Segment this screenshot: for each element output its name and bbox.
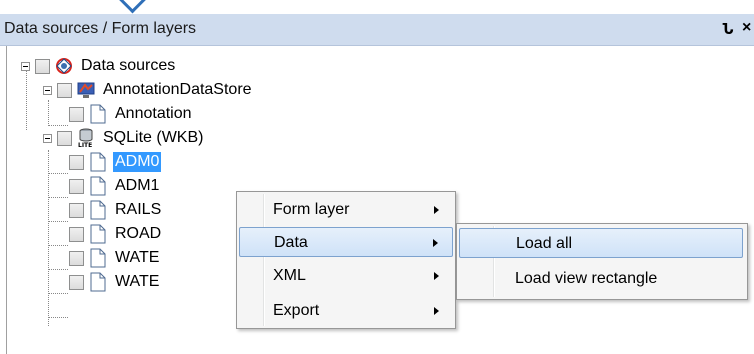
panel-title-bar: Data sources / Form layers Ն × <box>0 14 754 46</box>
menu-item-load-view-rectangle[interactable]: Load view rectangle <box>459 264 743 294</box>
menu-item-label: Form layer <box>273 201 350 218</box>
arrow-fragment <box>117 0 148 14</box>
tree-connector <box>26 70 27 130</box>
data-sources-icon <box>55 56 73 76</box>
tree-node-label: AnnotationDataStore <box>103 81 252 98</box>
tree-node-root[interactable]: Data sources <box>21 54 177 78</box>
tree-node-layer[interactable]: WATE <box>65 270 161 294</box>
svg-text:LITE: LITE <box>78 142 92 148</box>
node-checkbox[interactable] <box>69 106 84 122</box>
submenu-arrow-icon <box>433 239 438 247</box>
collapse-toggle[interactable] <box>21 61 30 71</box>
data-submenu: Load all Load view rectangle <box>456 223 748 300</box>
document-icon <box>89 272 107 292</box>
menu-item-label: XML <box>273 267 306 284</box>
menu-item-label: Data <box>274 234 308 251</box>
node-checkbox[interactable] <box>35 58 50 74</box>
node-checkbox[interactable] <box>69 178 84 194</box>
tree-node-label: ROAD <box>115 225 162 242</box>
document-icon <box>89 200 107 220</box>
document-icon <box>89 104 107 124</box>
annotation-store-icon <box>77 80 95 100</box>
submenu-arrow-icon <box>434 206 439 214</box>
context-menu: Form layer Data XML Export <box>236 191 456 329</box>
submenu-arrow-icon <box>434 307 439 315</box>
tree-node-layer[interactable]: Annotation <box>65 102 194 126</box>
tree-node-label: Annotation <box>115 105 192 122</box>
tree-node-label: WATE <box>115 249 160 266</box>
menu-item-export[interactable]: Export <box>239 296 453 326</box>
node-checkbox[interactable] <box>69 202 84 218</box>
tree-node-label: Data sources <box>81 57 176 74</box>
tree-connector <box>48 317 68 318</box>
node-checkbox[interactable] <box>57 82 72 98</box>
top-strip <box>0 0 754 14</box>
tree-node-label: WATE <box>115 273 160 290</box>
tree-node-label: SQLite (WKB) <box>103 129 204 146</box>
tree-node-layer[interactable]: ADM0 <box>65 150 162 174</box>
menu-item-label: Export <box>273 302 320 319</box>
node-checkbox[interactable] <box>69 274 84 290</box>
menu-item-label: Load view rectangle <box>515 270 658 287</box>
document-icon <box>89 176 107 196</box>
tree-node-layer[interactable]: WATE <box>65 246 161 270</box>
collapse-toggle[interactable] <box>43 133 52 143</box>
tree-node-layer[interactable]: ADM1 <box>65 174 161 198</box>
pin-icon[interactable]: Ն <box>720 20 736 38</box>
tree-node-group[interactable]: AnnotationDataStore <box>43 78 254 102</box>
node-checkbox[interactable] <box>69 226 84 242</box>
node-checkbox[interactable] <box>57 130 72 146</box>
tree-node-layer[interactable]: RAILS <box>65 198 163 222</box>
submenu-arrow-icon <box>434 272 439 280</box>
collapse-toggle[interactable] <box>43 85 52 95</box>
document-icon <box>89 248 107 268</box>
tree-node-group[interactable]: LITE SQLite (WKB) <box>43 126 205 150</box>
panel-title: Data sources / Form layers <box>4 20 197 37</box>
document-icon <box>89 224 107 244</box>
tree-node-label-selected: ADM0 <box>113 152 162 172</box>
menu-item-form-layer[interactable]: Form layer <box>239 195 453 225</box>
tree-connector <box>48 150 49 326</box>
sqlite-database-icon: LITE <box>77 128 95 148</box>
document-icon <box>89 152 107 172</box>
tree-node-label: ADM1 <box>115 177 160 194</box>
menu-item-label: Load all <box>516 235 573 252</box>
tree-node-layer[interactable]: ROAD <box>65 222 163 246</box>
menu-item-load-all[interactable]: Load all <box>459 228 743 258</box>
node-checkbox[interactable] <box>69 250 84 266</box>
menu-item-data[interactable]: Data <box>239 227 453 257</box>
menu-item-xml[interactable]: XML <box>239 261 453 291</box>
close-icon[interactable]: × <box>742 19 751 37</box>
node-checkbox[interactable] <box>69 154 84 170</box>
tree-node-label: RAILS <box>115 201 162 218</box>
tree-connector <box>48 100 49 126</box>
